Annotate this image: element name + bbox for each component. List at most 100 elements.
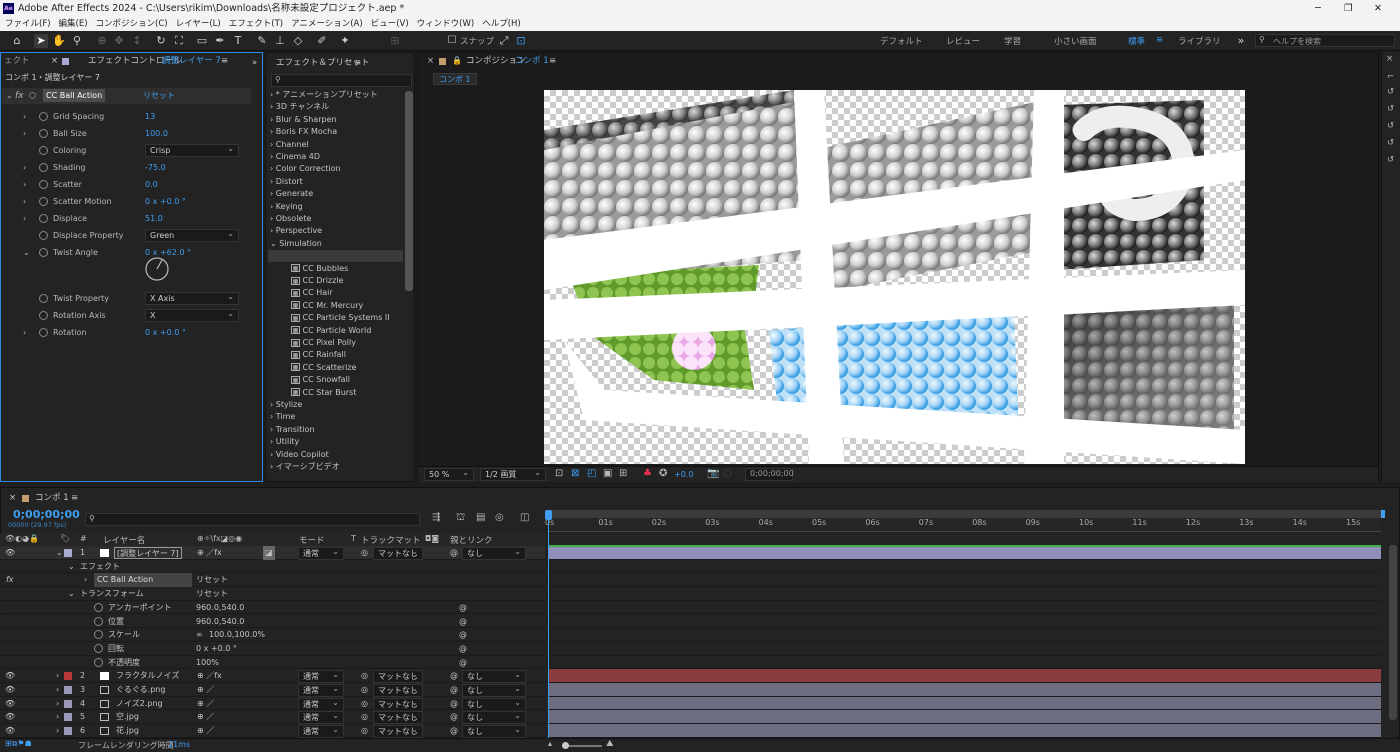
stopwatch-icon[interactable] xyxy=(94,656,103,670)
prop-value[interactable]: 0.0 xyxy=(145,177,158,193)
trackmatte-dropdown[interactable]: マットなし xyxy=(373,683,423,697)
zoom-out-icon[interactable]: ▴ xyxy=(548,739,552,748)
comp-tab-name[interactable]: コンポ 1 xyxy=(515,53,549,69)
align-icon[interactable]: ⊞ xyxy=(388,34,402,48)
layer-name[interactable]: ノイズ2.png xyxy=(116,697,163,711)
stopwatch-icon[interactable] xyxy=(39,308,48,324)
layer-switches[interactable]: ⊕ ／fx xyxy=(197,546,222,560)
menu-item-4[interactable]: エフェクト(T) xyxy=(229,19,283,29)
stopwatch-icon[interactable] xyxy=(39,194,48,210)
parent-dropdown[interactable]: なし xyxy=(462,697,526,711)
timeline-work-area[interactable] xyxy=(548,510,1381,518)
visibility-eye-icon[interactable]: 👁 xyxy=(5,669,15,683)
prop-pickwhip-icon[interactable]: @ xyxy=(459,628,467,642)
playhead[interactable] xyxy=(548,510,549,738)
frame-blend-icon[interactable]: ◎ xyxy=(495,512,504,523)
preset-category[interactable]: › Obsolete xyxy=(270,213,311,225)
selection-tool-icon[interactable]: ➤ xyxy=(34,34,48,48)
zoom-tool-icon[interactable]: ⚲ xyxy=(70,34,84,48)
stopwatch-icon[interactable] xyxy=(39,177,48,193)
stopwatch-icon[interactable] xyxy=(39,160,48,176)
preset-category[interactable]: › Cinema 4D xyxy=(270,151,320,163)
preset-category[interactable]: › Video Copilot xyxy=(270,449,329,461)
preset-effect[interactable]: ▦ CC Snowfall xyxy=(291,374,350,386)
preset-effect[interactable]: ▦ CC Drizzle xyxy=(291,275,343,287)
layer-duration-bar[interactable] xyxy=(548,724,1381,738)
layer-switches[interactable]: ⊕ ／ xyxy=(197,683,214,697)
prop-dropdown[interactable]: Green xyxy=(145,228,239,242)
layer-mode-dropdown[interactable]: 通常 xyxy=(298,683,344,697)
stopwatch-icon[interactable] xyxy=(39,109,48,125)
stopwatch-icon[interactable] xyxy=(94,628,103,642)
transform-prop-value[interactable]: 960.0,540.0 xyxy=(196,601,244,615)
motion-blur-icon[interactable]: ◫ xyxy=(520,512,529,523)
preset-category[interactable]: › Boris FX Mocha xyxy=(270,126,337,138)
parent-dropdown[interactable]: なし xyxy=(462,724,526,739)
stamp-tool-icon[interactable]: ⊥ xyxy=(273,34,287,48)
layer-name[interactable]: 空.jpg xyxy=(116,710,139,724)
panel-overflow-icon[interactable]: » xyxy=(252,55,257,71)
preset-category[interactable]: › Perspective xyxy=(270,225,322,237)
stopwatch-icon[interactable] xyxy=(39,126,48,142)
work-area-end-handle[interactable] xyxy=(1381,510,1385,518)
snapshot-icon[interactable]: 📷 xyxy=(707,468,719,479)
preset-category[interactable]: › Stylize xyxy=(270,399,302,411)
layer-switches[interactable]: ⊕ ／fx xyxy=(197,669,222,683)
expand-layer-icon[interactable]: › xyxy=(56,724,59,738)
preset-category[interactable]: › Channel xyxy=(270,139,309,151)
presets-menu-icon[interactable]: ≡ xyxy=(354,55,361,71)
parent-dropdown[interactable]: なし xyxy=(462,683,526,697)
prop-dropdown[interactable]: X xyxy=(145,308,239,322)
preset-effect[interactable]: ▦ CC Scatterize xyxy=(291,362,356,374)
layer-switches[interactable]: ⊕ ／ xyxy=(197,710,214,724)
expand-prop-icon[interactable]: › xyxy=(23,194,26,210)
expand-layer-icon[interactable]: › xyxy=(56,683,59,697)
eraser-tool-icon[interactable]: ◇ xyxy=(291,34,305,48)
fx-toggle-icon[interactable]: fx xyxy=(6,573,14,587)
parent-pickwhip-icon[interactable]: @ xyxy=(450,697,458,711)
snap-option-icon[interactable]: ⤢ xyxy=(497,34,511,48)
strip-tool-1-icon[interactable]: ⌐ xyxy=(1387,72,1394,82)
preset-category[interactable]: › Time xyxy=(270,411,295,423)
preset-effect[interactable]: ▦ CC Hair xyxy=(291,287,333,299)
layer-name[interactable]: [調整レイヤー 7] xyxy=(114,547,182,559)
visibility-eye-icon[interactable]: 👁 xyxy=(5,546,15,560)
layer-switches[interactable]: ⊕ ／ xyxy=(197,697,214,711)
expand-layer-icon[interactable]: › xyxy=(56,669,59,683)
preset-effect[interactable]: ▦ CC Particle Systems II xyxy=(291,312,390,324)
layer-label-color[interactable] xyxy=(64,549,72,557)
source-name-header[interactable]: レイヤー名 xyxy=(103,534,145,546)
parent-pickwhip-icon[interactable]: @ xyxy=(450,683,458,697)
snap-grid-icon[interactable]: ⊡ xyxy=(514,34,528,48)
trackmatte-dropdown[interactable]: マットなし xyxy=(373,724,423,739)
prop-pickwhip-icon[interactable]: @ xyxy=(459,615,467,629)
fast-preview-icon[interactable]: ⊡ xyxy=(555,468,563,479)
menu-item-8[interactable]: ヘルプ(H) xyxy=(482,19,521,29)
comp-mini-flow-icon[interactable]: ⇶ xyxy=(432,512,440,523)
trackmatte-link-icon[interactable]: ◎ xyxy=(361,546,368,560)
layer-mode-dropdown[interactable]: 通常 xyxy=(298,724,344,739)
preset-effect[interactable]: ▦ CC Particle World xyxy=(291,325,371,337)
stopwatch-icon[interactable] xyxy=(94,601,103,615)
visibility-eye-icon[interactable]: 👁 xyxy=(5,710,15,724)
layer-name[interactable]: 花.jpg xyxy=(116,724,139,738)
close-icon[interactable]: ✕ xyxy=(1374,0,1382,17)
playhead-handle[interactable] xyxy=(545,510,552,520)
workspace-5[interactable]: ライブラリ xyxy=(1178,35,1221,47)
preset-effect[interactable]: ▦ CC Pixel Polly xyxy=(291,337,356,349)
comp-lock-icon[interactable]: 🔒 xyxy=(452,56,462,65)
flowchart-tab[interactable]: コンポ 1 xyxy=(433,73,477,85)
minimize-icon[interactable]: ─ xyxy=(1315,0,1321,17)
effect-header-row[interactable] xyxy=(2,88,251,104)
trackmatte-link-icon[interactable]: ◎ xyxy=(361,697,368,711)
trackmatte-dropdown[interactable]: マットなし xyxy=(373,697,423,711)
prop-pickwhip-icon[interactable]: @ xyxy=(459,642,467,656)
prop-dropdown[interactable]: Crisp xyxy=(145,143,239,157)
menu-item-1[interactable]: 編集(E) xyxy=(59,19,88,29)
trackmatte-link-icon[interactable]: ◎ xyxy=(361,683,368,697)
exposure-value[interactable]: +0.0 xyxy=(674,470,693,479)
layer-label-color[interactable] xyxy=(64,672,72,681)
panel-menu-icon[interactable]: ≡ xyxy=(221,53,228,69)
workspace-4[interactable]: 標準 xyxy=(1128,35,1145,47)
pan-tool-icon[interactable]: ✥ xyxy=(112,34,126,48)
